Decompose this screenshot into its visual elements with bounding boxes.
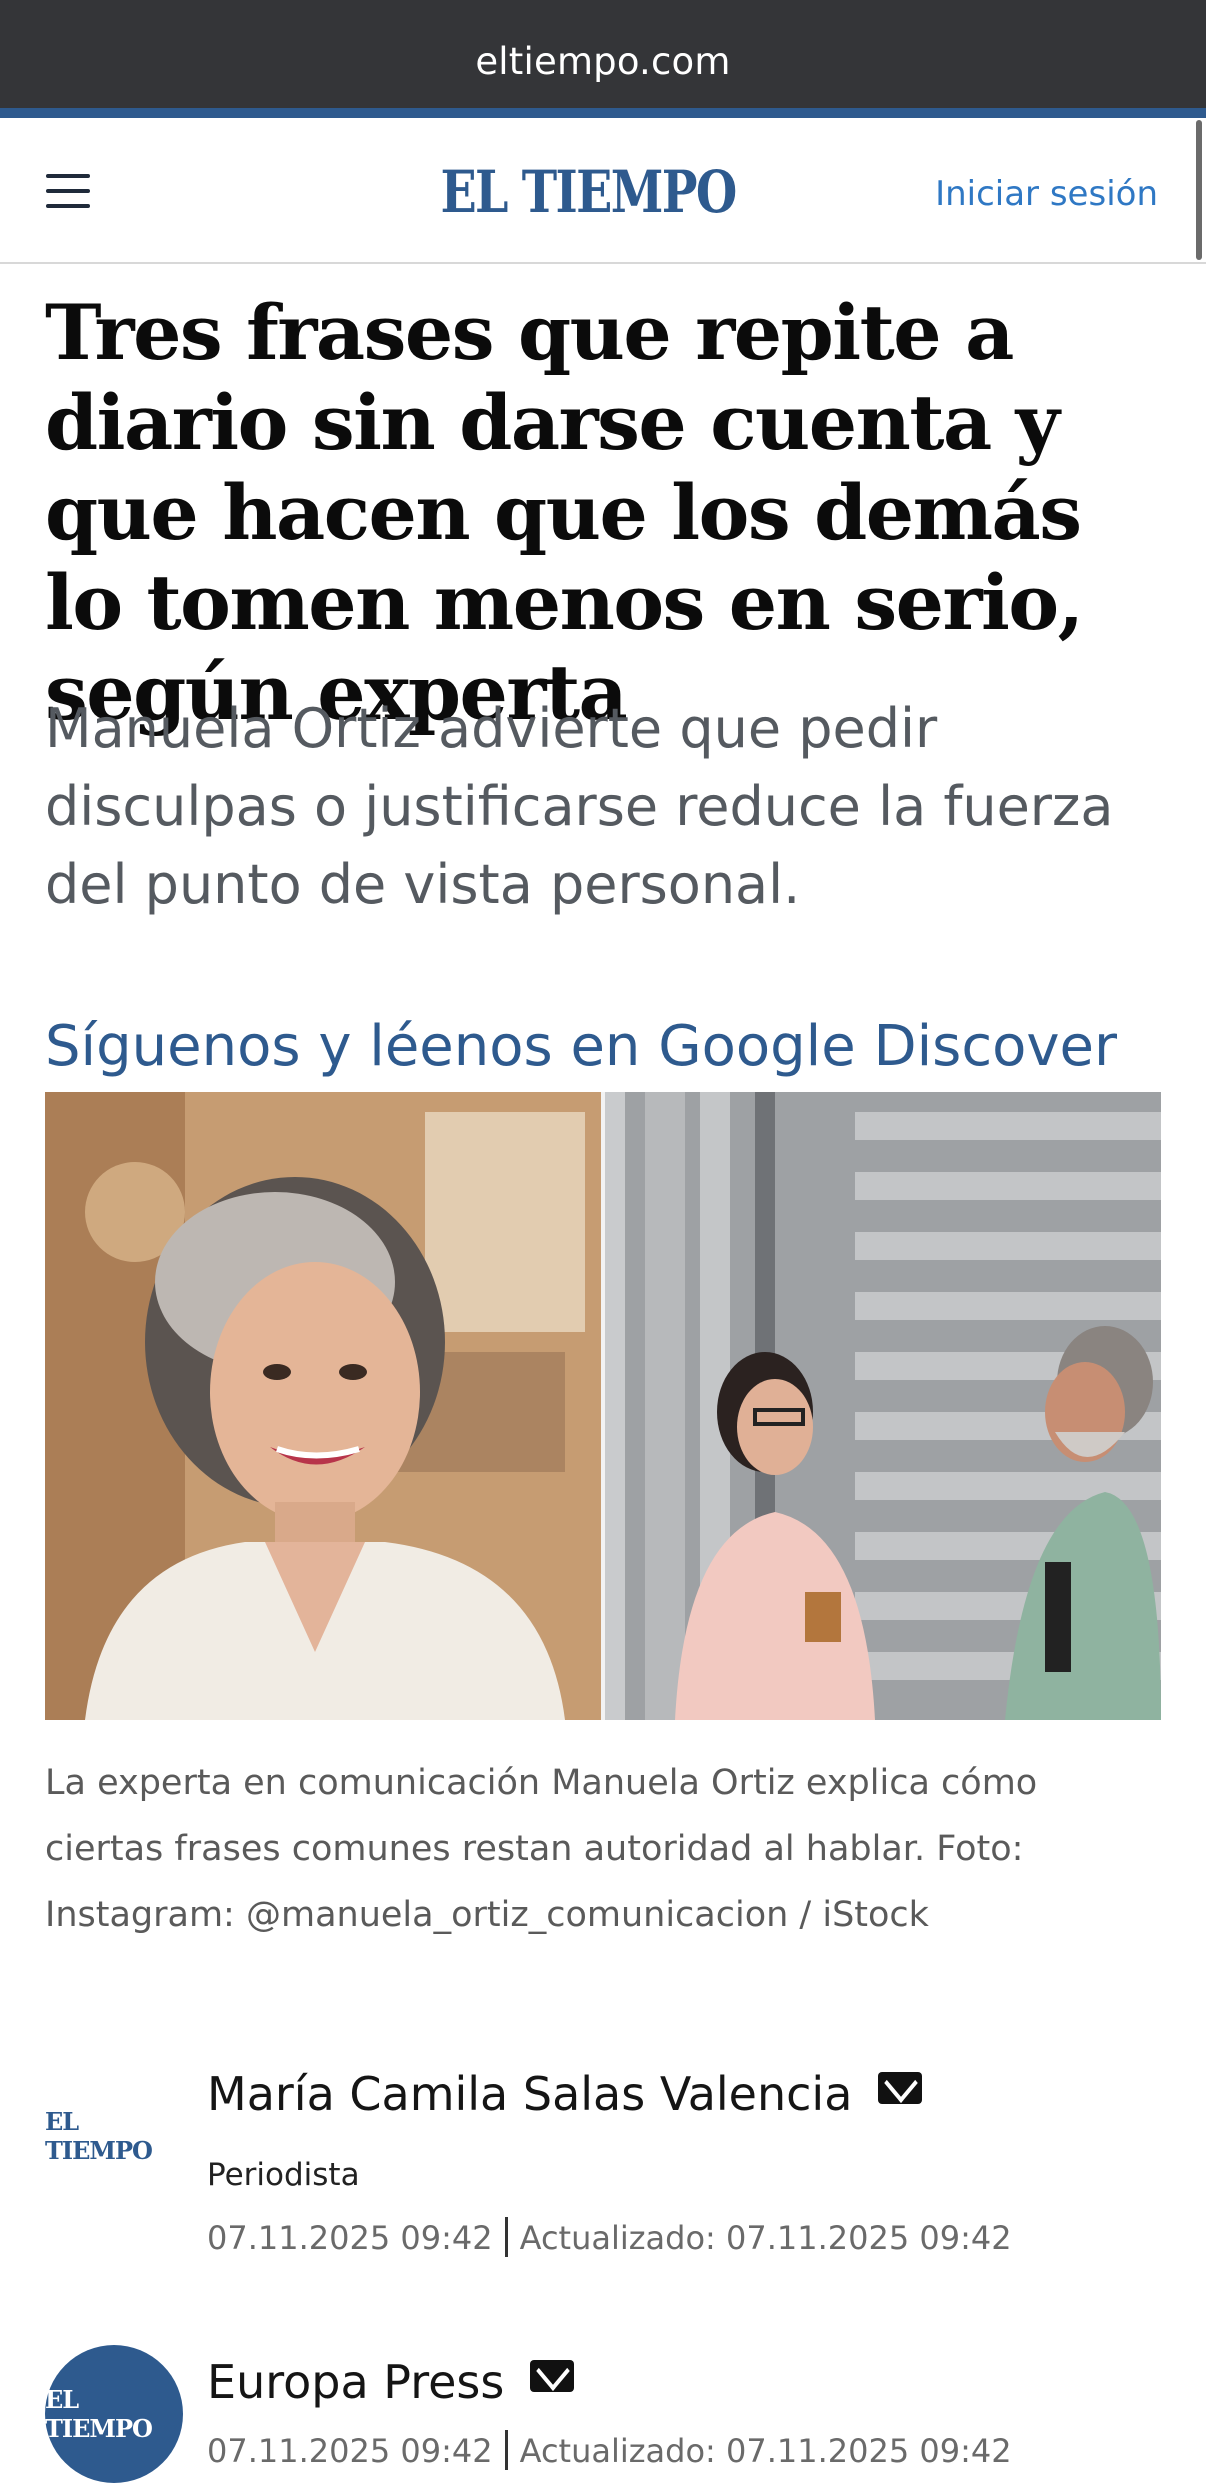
hamburger-menu-icon[interactable]	[46, 174, 90, 210]
published-date: 07.11.2025 09:42	[207, 2219, 493, 2257]
article-photo[interactable]	[45, 1092, 1161, 1720]
brand-strip	[0, 108, 1206, 118]
date-separator	[504, 2217, 508, 2257]
author-name-text[interactable]: Europa Press	[207, 2355, 504, 2409]
author-name[interactable]: María Camila Salas Valencia	[207, 2067, 923, 2121]
updated-label: Actualizado:	[519, 2432, 716, 2470]
photo-caption: La experta en comunicación Manuela Ortiz…	[45, 1763, 1038, 1935]
login-link[interactable]: Iniciar sesión	[935, 174, 1158, 214]
published-date: 07.11.2025 09:42	[207, 2432, 493, 2470]
author-name-text[interactable]: María Camila Salas Valencia	[207, 2067, 852, 2121]
mail-icon[interactable]	[530, 2360, 575, 2392]
google-discover-link[interactable]: Síguenos y léenos en Google Discover	[45, 1014, 1117, 1079]
article-headline: Tres frases que repite a diario sin dars…	[45, 288, 1084, 737]
photo-conversation	[605, 1092, 1161, 1720]
mail-icon[interactable]	[878, 2072, 923, 2104]
author-name[interactable]: Europa Press	[207, 2355, 575, 2409]
scrollbar-thumb[interactable]	[1196, 120, 1202, 260]
author-avatar: EL TIEMPO	[45, 2345, 183, 2483]
updated-label: Actualizado:	[519, 2219, 716, 2257]
author-avatar: EL TIEMPO	[45, 2067, 183, 2205]
article-subtitle: Manuela Ortiz advierte que pedir disculp…	[45, 697, 1114, 916]
url-text[interactable]: eltiempo.com	[0, 40, 1206, 83]
browser-url-bar[interactable]: eltiempo.com	[0, 0, 1206, 108]
date-separator	[504, 2430, 508, 2470]
author-block: EL TIEMPO Europa Press 07.11.2025 09:42 A…	[45, 2345, 1165, 2483]
photo-portrait-expert	[45, 1092, 601, 1720]
updated-date: 07.11.2025 09:42	[726, 2219, 1012, 2257]
site-header: EL TIEMPO Iniciar sesión	[0, 118, 1206, 264]
updated-date: 07.11.2025 09:42	[726, 2432, 1012, 2470]
article-dates: 07.11.2025 09:42 Actualizado: 07.11.2025 …	[207, 2217, 1012, 2257]
author-block: EL TIEMPO María Camila Salas Valencia Pe…	[45, 2067, 1165, 2267]
article-dates: 07.11.2025 09:42 Actualizado: 07.11.2025 …	[207, 2430, 1012, 2470]
author-role: Periodista	[207, 2157, 360, 2193]
